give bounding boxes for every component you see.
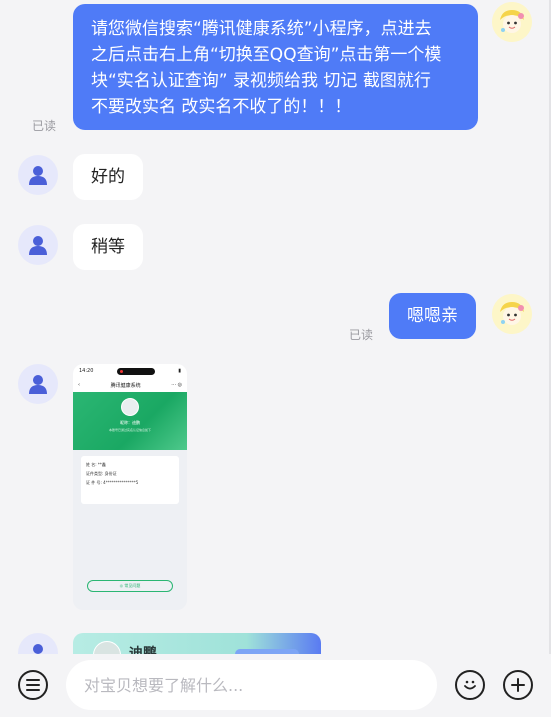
image-message-thumbnail[interactable]: 14:20 ▮ ‹ 腾讯健康系统 ··· ◎ 昵称：迪鹏 本账号已通过实名认证信… xyxy=(73,364,187,610)
back-arrow-icon: ‹ xyxy=(78,382,80,388)
message-line: 块“实名认证查询” 录视频给我 切记 截图就行 xyxy=(91,71,431,91)
thumb-profile-hero: 昵称：迪鹏 本账号已通过实名认证信息如下 xyxy=(73,392,187,450)
person-icon xyxy=(29,166,47,185)
menu-icon xyxy=(26,679,40,691)
message-line: 请您微信搜索“腾讯健康系统”小程序，点进去 xyxy=(91,19,432,39)
message-line: 之后点击右上角“切换至QQ查询”点击第一个模 xyxy=(91,45,442,65)
thumb-row-label: 证 件 号: xyxy=(86,480,102,485)
contact-avatar[interactable] xyxy=(18,633,58,654)
user-avatar[interactable] xyxy=(492,2,532,42)
plus-icon xyxy=(511,678,525,692)
message-text: 稍等 xyxy=(91,237,125,257)
thumb-row-value: 身份证 xyxy=(104,471,117,476)
person-icon xyxy=(29,375,47,394)
thumb-nav-bar: ‹ 腾讯健康系统 ··· ◎ xyxy=(73,378,187,392)
message-text: 嗯嗯亲 xyxy=(407,306,458,326)
card-message[interactable]: 迪鹏 xyxy=(73,633,321,654)
thumb-info-row: 姓 名: **鑫 xyxy=(86,460,174,469)
smiley-icon xyxy=(464,680,476,690)
cartoon-avatar-icon xyxy=(492,294,532,334)
message-text: 好的 xyxy=(91,167,125,187)
message-bubble-outgoing[interactable]: 嗯嗯亲 xyxy=(389,293,476,339)
person-icon xyxy=(29,236,47,255)
emoji-button[interactable] xyxy=(455,670,485,700)
user-avatar[interactable] xyxy=(492,294,532,334)
read-status: 已读 xyxy=(32,119,57,133)
chat-area[interactable]: 请您微信搜索“腾讯健康系统”小程序，点进去 之后点击右上角“切换至QQ查询”点击… xyxy=(0,0,551,654)
read-status: 已读 xyxy=(349,328,374,342)
add-button[interactable] xyxy=(503,670,533,700)
thumb-profile-name: 昵称：迪鹏 xyxy=(120,420,140,425)
thumb-profile-subtitle: 本账号已通过实名认证信息如下 xyxy=(108,428,151,432)
message-bubble-outgoing[interactable]: 请您微信搜索“腾讯健康系统”小程序，点进去 之后点击右上角“切换至QQ查询”点击… xyxy=(73,4,478,130)
battery-icon: ▮ xyxy=(178,368,181,374)
thumb-row-value: **鑫 xyxy=(97,462,106,467)
contact-avatar[interactable] xyxy=(18,155,58,195)
card-profile-picture xyxy=(93,641,121,654)
message-bubble-incoming[interactable]: 好的 xyxy=(73,154,143,200)
menu-button[interactable] xyxy=(18,670,48,700)
message-bubble-incoming[interactable]: 稍等 xyxy=(73,224,143,270)
thumb-row-label: 证件类型: xyxy=(86,471,104,476)
contact-avatar[interactable] xyxy=(18,364,58,404)
thumb-info-card: 姓 名: **鑫 证件类型: 身份证 证 件 号: 4*************… xyxy=(81,456,179,504)
thumb-status-bar: 14:20 ▮ xyxy=(73,364,187,378)
thumb-faq-button: ◎ 常见问题 xyxy=(87,580,173,592)
more-icon: ··· ◎ xyxy=(171,382,182,388)
thumb-status-time: 14:20 xyxy=(79,368,94,374)
dynamic-island-icon xyxy=(116,367,155,375)
thumb-info-row: 证 件 号: 4***************5 xyxy=(86,478,174,487)
card-name: 迪鹏 xyxy=(129,646,157,654)
thumb-nav-title: 腾讯健康系统 xyxy=(110,382,141,389)
person-icon xyxy=(33,644,43,654)
contact-avatar[interactable] xyxy=(18,225,58,265)
thumb-profile-picture xyxy=(121,398,139,416)
thumb-info-row: 证件类型: 身份证 xyxy=(86,469,174,478)
cartoon-avatar-icon xyxy=(492,2,532,42)
input-bar xyxy=(0,654,551,717)
message-line: 不要改实名 改实名不收了的！！！ xyxy=(91,97,352,117)
thumb-row-label: 姓 名: xyxy=(86,462,97,467)
thumb-row-value: 4***************5 xyxy=(103,480,139,485)
message-input[interactable] xyxy=(66,660,437,710)
